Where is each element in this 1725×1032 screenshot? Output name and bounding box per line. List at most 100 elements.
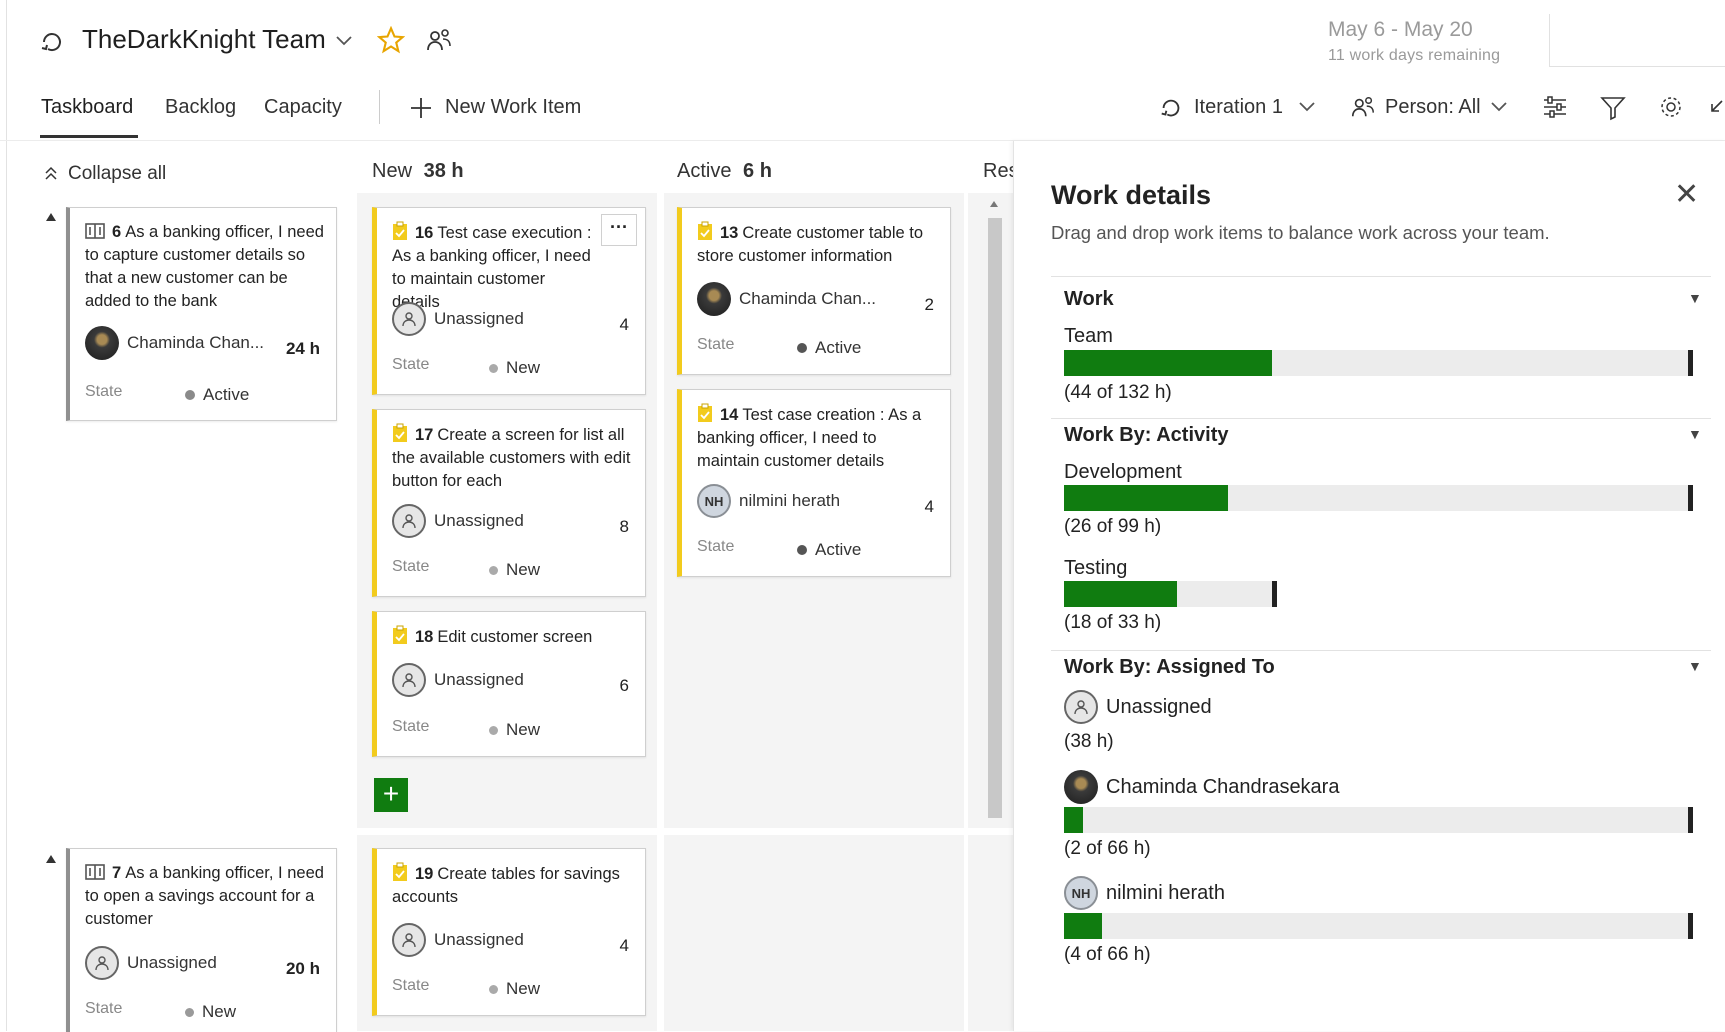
person-filter-selector[interactable]: Person: All xyxy=(1385,96,1481,119)
divider xyxy=(1549,14,1550,66)
row-collapse-icon[interactable] xyxy=(46,213,56,221)
remaining-hours[interactable]: 4 xyxy=(620,315,629,335)
collapse-arrow-icon[interactable] xyxy=(1708,97,1724,119)
task-card[interactable]: 16 Test case execution : As a banking off… xyxy=(372,207,646,395)
unassigned-avatar-icon xyxy=(85,946,119,980)
task-card[interactable]: 14 Test case creation : As a banking offi… xyxy=(677,389,951,577)
work-item-id: 14 xyxy=(720,406,739,424)
task-card[interactable]: 18 Edit customer screen Unassigned 6 Stat… xyxy=(372,611,646,757)
collapse-all-button[interactable]: Collapse all xyxy=(68,163,166,185)
tab-capacity[interactable]: Capacity xyxy=(264,96,342,119)
add-task-button[interactable]: + xyxy=(374,778,408,812)
favorite-star-icon[interactable] xyxy=(377,26,405,54)
assignee[interactable]: Unassigned xyxy=(392,302,524,336)
remaining-hours[interactable]: 4 xyxy=(620,936,629,956)
column-hours: 6 h xyxy=(743,160,772,182)
tab-taskboard[interactable]: Taskboard xyxy=(41,96,133,119)
assignee[interactable]: Chaminda Chan... xyxy=(697,282,876,316)
remaining-hours[interactable]: 4 xyxy=(925,497,934,517)
assignee[interactable]: Unassigned xyxy=(85,946,217,980)
card-title: 7 As a banking officer, I need to open a … xyxy=(85,862,324,931)
remaining-hours[interactable]: 8 xyxy=(620,517,629,537)
caret-down-icon[interactable]: ▼ xyxy=(1688,426,1702,442)
state-value[interactable]: New xyxy=(185,1002,236,1022)
work-item-id: 17 xyxy=(415,426,434,444)
scrollbar-thumb[interactable] xyxy=(988,218,1002,818)
activity-label: Testing xyxy=(1064,557,1128,579)
work-item-title[interactable]: Edit customer screen xyxy=(437,628,592,646)
chevron-down-icon[interactable] xyxy=(1298,100,1316,114)
state-value[interactable]: New xyxy=(489,358,540,378)
gear-icon[interactable] xyxy=(1658,94,1684,120)
iteration-selector[interactable]: Iteration 1 xyxy=(1194,96,1283,119)
capacity-marker xyxy=(1688,913,1693,939)
unassigned-avatar-icon xyxy=(392,504,426,538)
remaining-hours[interactable]: 6 xyxy=(620,676,629,696)
caret-down-icon[interactable]: ▼ xyxy=(1688,290,1702,306)
team-label: Team xyxy=(1064,325,1113,347)
state-text: Active xyxy=(203,385,250,404)
assignee[interactable]: Unassigned xyxy=(392,923,524,957)
remaining-hours: 20 h xyxy=(286,959,320,979)
assignee[interactable]: Unassigned xyxy=(392,663,524,697)
work-item-id: 18 xyxy=(415,628,434,646)
team-members-icon[interactable] xyxy=(425,26,453,54)
active-tab-indicator xyxy=(40,135,138,138)
state-text: New xyxy=(202,1002,237,1021)
column-name: New xyxy=(372,160,413,182)
state-value[interactable]: New xyxy=(489,720,540,740)
story-card[interactable]: 6 As a banking officer, I need to capture… xyxy=(66,207,337,421)
chevron-down-icon[interactable] xyxy=(1490,100,1508,114)
remaining-hours[interactable]: 2 xyxy=(925,295,934,315)
assignee-name: Chaminda Chan... xyxy=(127,333,265,352)
work-item-id: 6 xyxy=(112,223,122,241)
state-value[interactable]: Active xyxy=(185,385,249,405)
work-item-id: 7 xyxy=(112,864,122,882)
tab-backlog[interactable]: Backlog xyxy=(165,96,236,119)
caret-down-icon[interactable]: ▼ xyxy=(1688,658,1702,674)
state-value[interactable]: New xyxy=(489,560,540,580)
capacity-fill xyxy=(1064,485,1229,511)
task-card[interactable]: 19 Create tables for savings accounts Una… xyxy=(372,848,646,1016)
task-card[interactable]: 17 Create a screen for list all the avail… xyxy=(372,409,646,597)
assignee-name: Unassigned xyxy=(434,930,524,949)
chevron-up-double-icon[interactable] xyxy=(44,165,58,181)
team-name[interactable]: TheDarkKnight Team xyxy=(82,24,326,55)
state-label: State xyxy=(392,558,430,575)
chevron-down-icon[interactable] xyxy=(335,34,353,48)
task-card[interactable]: 13 Create customer table to store custome… xyxy=(677,207,951,375)
more-options-button[interactable]: ··· xyxy=(601,214,637,246)
nilmini-capacity-note: (4 of 66 h) xyxy=(1064,944,1151,965)
settings-sliders-icon[interactable] xyxy=(1542,94,1568,120)
assignee-name: Chaminda Chan... xyxy=(739,289,877,308)
page-left-edge xyxy=(6,0,7,1031)
state-dot xyxy=(185,390,195,400)
nilmini-capacity-bar xyxy=(1064,913,1688,939)
assignee-name: nilmini herath xyxy=(739,491,841,510)
new-work-item-button[interactable]: New Work Item xyxy=(445,96,581,119)
avatar: NH xyxy=(1064,876,1098,910)
assignee[interactable]: NH nilmini herath xyxy=(697,484,840,518)
story-card[interactable]: 7 As a banking officer, I need to open a … xyxy=(66,848,337,1032)
section-activity-title[interactable]: Work By: Activity xyxy=(1064,424,1228,447)
state-value[interactable]: New xyxy=(489,979,540,999)
filter-icon[interactable] xyxy=(1600,95,1626,121)
card-title: 18 Edit customer screen xyxy=(392,625,633,649)
section-assigned-title[interactable]: Work By: Assigned To xyxy=(1064,656,1275,679)
close-icon[interactable]: ✕ xyxy=(1674,180,1699,210)
scroll-up-icon[interactable] xyxy=(990,201,998,207)
panel-subtitle: Drag and drop work items to balance work… xyxy=(1051,222,1550,243)
work-item-id: 13 xyxy=(720,224,739,242)
assignee[interactable]: Unassigned xyxy=(392,504,524,538)
state-text: New xyxy=(506,560,541,579)
row-collapse-icon[interactable] xyxy=(46,855,56,863)
plus-icon[interactable] xyxy=(409,96,433,120)
assignee[interactable]: Chaminda Chan... xyxy=(85,326,264,360)
section-work-title[interactable]: Work xyxy=(1064,288,1114,311)
team-icon xyxy=(38,28,66,56)
state-value[interactable]: Active xyxy=(797,540,861,560)
state-label: State xyxy=(392,356,430,373)
state-value[interactable]: Active xyxy=(797,338,861,358)
state-dot xyxy=(797,545,807,555)
divider xyxy=(1051,650,1711,651)
